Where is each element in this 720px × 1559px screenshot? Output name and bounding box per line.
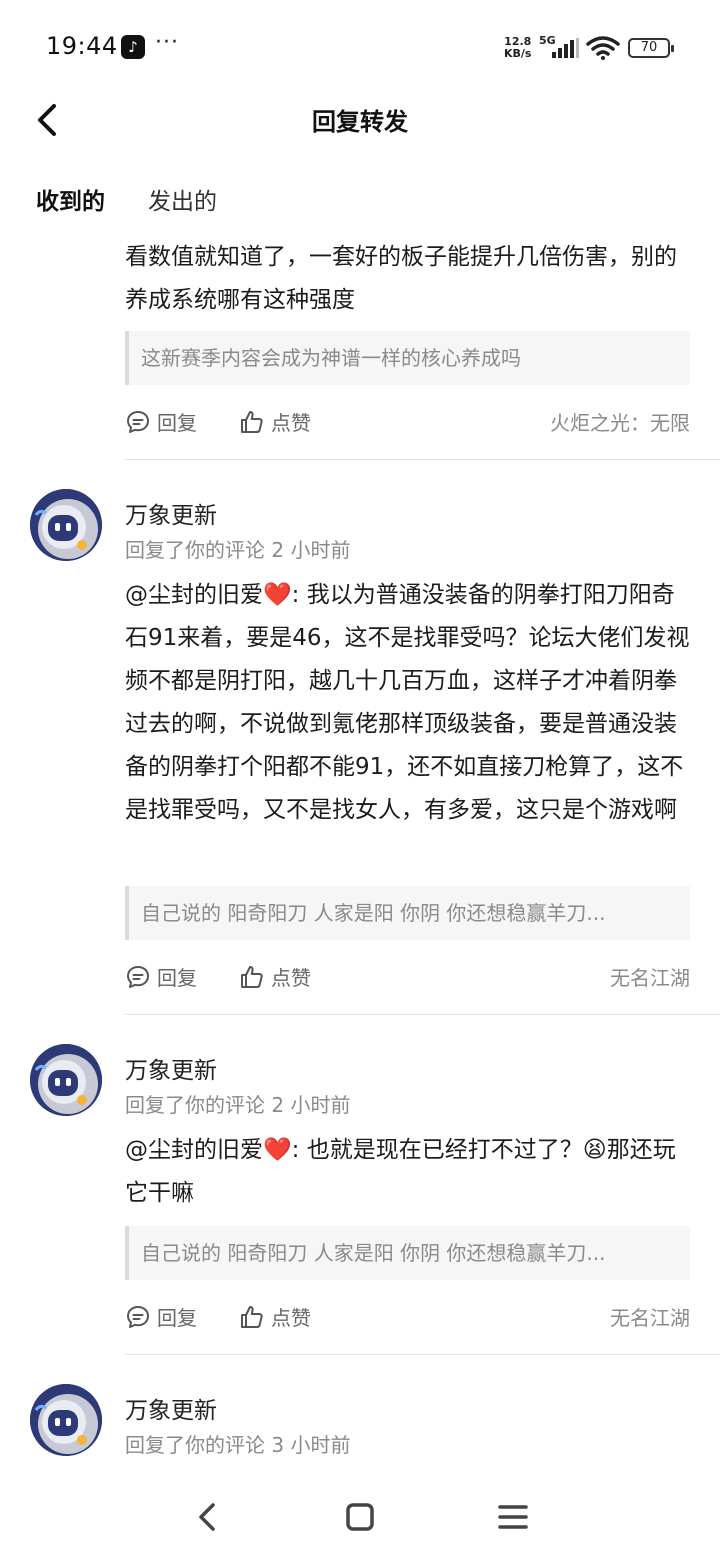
network-speed: 12.8 KB/s xyxy=(504,36,531,60)
tab-bar: 收到的 发出的 xyxy=(0,178,720,228)
reply-item[interactable]: 万象更新 回复了你的评论 3 小时前 xyxy=(0,1355,720,1475)
like-label: 点赞 xyxy=(271,411,311,435)
reply-meta: 回复了你的评论 3 小时前 xyxy=(125,1433,351,1457)
thumbs-up-icon xyxy=(241,965,263,988)
battery-icon: 70 xyxy=(628,38,674,58)
reply-label: 回复 xyxy=(157,966,197,990)
quoted-comment[interactable]: 自己说的 阳奇阳刀 人家是阳 你阴 你还想稳赢羊刀... xyxy=(125,1226,690,1280)
avatar[interactable] xyxy=(30,1384,102,1456)
avatar[interactable] xyxy=(30,489,102,561)
tab-received[interactable]: 收到的 xyxy=(36,182,105,222)
item-actions: 回复 点赞 无名江湖 xyxy=(125,1302,690,1332)
robot-avatar-icon xyxy=(30,1384,102,1456)
reply-item[interactable]: 看数值就知道了，一套好的板子能提升几倍伤害，别的养成系统哪有这种强度 这新赛季内… xyxy=(0,234,720,460)
reply-meta: 回复了你的评论 2 小时前 xyxy=(125,1093,351,1117)
page-title: 回复转发 xyxy=(312,108,408,136)
mention[interactable]: @尘封的旧爱 xyxy=(125,1137,263,1163)
reply-button[interactable]: 回复 xyxy=(125,407,197,436)
reply-body: @尘封的旧爱❤️: 也就是现在已经打不过了？😫那还玩它干嘛 xyxy=(125,1129,695,1215)
thumbs-up-icon xyxy=(241,410,263,433)
item-actions: 回复 点赞 无名江湖 xyxy=(125,962,690,992)
reply-item[interactable]: 万象更新 回复了你的评论 2 小时前 @尘封的旧爱❤️: 也就是现在已经打不过了… xyxy=(0,1015,720,1355)
avatar[interactable] xyxy=(30,1044,102,1116)
nav-home-icon[interactable] xyxy=(340,1497,380,1537)
reply-item[interactable]: 万象更新 回复了你的评论 2 小时前 @尘封的旧爱❤️: 我以为普通没装备的阴拳… xyxy=(0,460,720,1015)
like-label: 点赞 xyxy=(271,1306,311,1330)
status-time: 19:44 xyxy=(46,32,118,60)
nav-back-icon[interactable] xyxy=(188,1497,228,1537)
robot-avatar-icon xyxy=(30,1044,102,1116)
like-button[interactable]: 点赞 xyxy=(239,962,311,991)
reply-body: 看数值就知道了，一套好的板子能提升几倍伤害，别的养成系统哪有这种强度 xyxy=(125,244,677,313)
like-button[interactable]: 点赞 xyxy=(239,1302,311,1331)
reply-label: 回复 xyxy=(157,1306,197,1330)
quoted-comment[interactable]: 这新赛季内容会成为神谱一样的核心养成吗 xyxy=(125,331,690,385)
item-actions: 回复 点赞 火炬之光：无限 xyxy=(125,407,690,437)
user-name[interactable]: 万象更新 xyxy=(125,496,217,530)
status-bar: 19:44 ♪ ··· 12.8 KB/s 5G 70 xyxy=(0,0,720,92)
tab-sent[interactable]: 发出的 xyxy=(148,182,217,216)
wifi-icon xyxy=(586,36,620,60)
user-name[interactable]: 万象更新 xyxy=(125,1391,217,1425)
quoted-comment[interactable]: 自己说的 阳奇阳刀 人家是阳 你阴 你还想稳赢羊刀... xyxy=(125,886,690,940)
tired-face-emoji: 😫 xyxy=(582,1137,607,1163)
reply-body: @尘封的旧爱❤️: 我以为普通没装备的阴拳打阳刀阳奇石91来着，要是46，这不是… xyxy=(125,574,695,832)
nav-header: 回复转发 xyxy=(0,92,720,148)
source-game[interactable]: 无名江湖 xyxy=(610,1302,690,1331)
reply-button[interactable]: 回复 xyxy=(125,1302,197,1331)
heart-emoji: ❤️ xyxy=(263,1137,292,1163)
source-game[interactable]: 火炬之光：无限 xyxy=(550,407,690,436)
network-speed-unit: KB/s xyxy=(504,47,532,60)
signal-icon xyxy=(552,38,579,58)
nav-menu-icon[interactable] xyxy=(493,1497,533,1537)
reply-text: : 我以为普通没装备的阴拳打阳刀阳奇石91来着，要是46，这不是找罪受吗？论坛大… xyxy=(125,582,690,823)
source-game[interactable]: 无名江湖 xyxy=(610,962,690,991)
robot-avatar-icon xyxy=(30,489,102,561)
tiktok-icon: ♪ xyxy=(121,35,145,59)
reply-text: : 也就是现在已经打不过了？ xyxy=(291,1137,583,1163)
system-nav-bar xyxy=(0,1471,720,1559)
thumbs-up-icon xyxy=(241,1305,263,1328)
reply-label: 回复 xyxy=(157,411,197,435)
reply-icon xyxy=(127,965,149,988)
user-name[interactable]: 万象更新 xyxy=(125,1051,217,1085)
reply-meta: 回复了你的评论 2 小时前 xyxy=(125,538,351,562)
heart-emoji: ❤️ xyxy=(263,582,292,608)
like-label: 点赞 xyxy=(271,966,311,990)
more-notifications-icon: ··· xyxy=(155,30,179,55)
like-button[interactable]: 点赞 xyxy=(239,407,311,436)
reply-button[interactable]: 回复 xyxy=(125,962,197,991)
mention[interactable]: @尘封的旧爱 xyxy=(125,582,263,608)
reply-icon xyxy=(127,1305,149,1328)
reply-icon xyxy=(127,410,149,433)
